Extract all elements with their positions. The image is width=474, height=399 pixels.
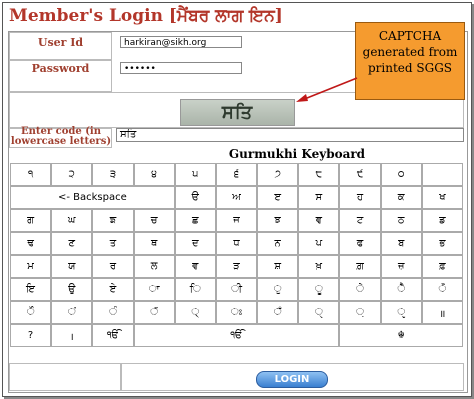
keyboard-key[interactable]: ੰ [92, 301, 134, 324]
keyboard-key[interactable]: ੇ [339, 278, 381, 301]
keyboard-key[interactable]: ੂ [298, 278, 340, 301]
keyboard-key[interactable]: ੳ [174, 186, 216, 209]
keyboard-key[interactable]: ਢ [10, 232, 52, 255]
keyboard-key[interactable]: ਲ [133, 255, 175, 278]
keyboard-key[interactable]: ੈ [380, 278, 422, 301]
keyboard-key[interactable]: ਠ [380, 209, 422, 232]
keyboard-key[interactable]: ਅ [215, 186, 258, 209]
keyboard-key[interactable]: ੨ [51, 163, 93, 186]
keyboard-key[interactable]: ਧ [215, 232, 258, 255]
keyboard-key[interactable]: ਖ਼ [298, 255, 340, 278]
keyboard-key[interactable]: ੬ [215, 163, 258, 186]
keyboard-key[interactable]: ਗ਼ [339, 255, 381, 278]
keyboard-key[interactable]: ੫ [174, 163, 216, 186]
keyboard-key[interactable]: ਿ [174, 278, 216, 301]
keyboard-key[interactable]: ੑ [298, 301, 340, 324]
khanda-key[interactable]: ☬ [339, 324, 463, 347]
keyboard-key[interactable]: ਸ਼ [257, 255, 299, 278]
keyboard-key[interactable]: ਘ [51, 209, 93, 232]
keyboard-key[interactable]: ੦ [380, 163, 422, 186]
password-label: Password [31, 62, 90, 75]
keyboard-key[interactable]: ਭ [421, 232, 463, 255]
keyboard-key[interactable] [421, 163, 463, 186]
keyboard-key[interactable]: ੪ [133, 163, 175, 186]
user-id-label: User Id [37, 36, 84, 49]
keyboard-key[interactable]: ੮ [298, 163, 340, 186]
keyboard-key[interactable]: ॥ [421, 301, 463, 324]
login-button[interactable]: LOGIN [256, 371, 328, 388]
keyboard-key[interactable]: ਮ [10, 255, 52, 278]
keyboard-key[interactable]: ਬ [380, 232, 422, 255]
keyboard-key[interactable]: ਏ [92, 278, 134, 301]
bottom-left-cell [9, 363, 121, 391]
keyboard-key[interactable]: ਂ [51, 301, 93, 324]
keyboard-key[interactable]: ੴ [133, 324, 340, 347]
keyboard-key[interactable]: ੩ [92, 163, 134, 186]
keyboard-key[interactable]: ਕ [380, 186, 422, 209]
keyboard-title: Gurmukhi Keyboard [228, 147, 366, 161]
keyboard-key[interactable]: ਜ [215, 209, 258, 232]
keyboard-key[interactable]: ਯ [51, 255, 93, 278]
keyboard-key[interactable]: ੯ [339, 163, 381, 186]
captcha-text: ਸਤਿ [221, 102, 254, 123]
keyboard-key[interactable]: । [51, 324, 93, 347]
captcha-callout: CAPTCHA generated from printed SGGS [355, 22, 465, 100]
keyboard-key[interactable]: ਞ [298, 209, 340, 232]
keyboard-key[interactable]: ਃ [215, 301, 258, 324]
keyboard-key[interactable]: ਹ [339, 186, 381, 209]
enter-code-label: Enter code (in lowercase letters) [10, 126, 112, 147]
keyboard-key[interactable]: ਨ [257, 232, 299, 255]
keyboard-key[interactable]: ਥ [133, 232, 175, 255]
captcha-image: ਸਤਿ [180, 99, 295, 126]
keyboard-key[interactable]: ਵ [174, 255, 216, 278]
keyboard-key[interactable]: ੵ [380, 301, 422, 324]
callout-arrow-icon [296, 77, 358, 102]
page-title: Member's Login [ਮੈਂਬਰ ਲਾਗ ਇਨ] [9, 6, 283, 26]
keyboard-key[interactable]: ੱ [133, 301, 175, 324]
backspace-key[interactable]: <- Backspace [10, 186, 175, 209]
keyboard-key[interactable]: ਼ [339, 301, 381, 324]
keyboard-key[interactable]: ਸ [298, 186, 340, 209]
keyboard-key[interactable]: ਛ [174, 209, 216, 232]
keyboard-key[interactable]: ਰ [92, 255, 134, 278]
password-input[interactable]: •••••• [120, 62, 242, 74]
keyboard-key[interactable]: ਣ [51, 232, 93, 255]
keyboard-key[interactable]: ਜ਼ [380, 255, 422, 278]
keyboard-key[interactable]: ਦ [174, 232, 216, 255]
keyboard-key[interactable]: ਟ [339, 209, 381, 232]
keyboard-key[interactable]: ਪ [298, 232, 340, 255]
keyboard-key[interactable]: ਤ [92, 232, 134, 255]
enter-code-input[interactable]: ਸਤਿ [116, 128, 464, 142]
keyboard-key[interactable]: ਖ [421, 186, 463, 209]
keyboard-key[interactable]: ? [10, 324, 52, 347]
keyboard-key[interactable]: ਝ [257, 209, 299, 232]
keyboard-key[interactable]: ੁ [257, 278, 299, 301]
keyboard-key[interactable]: ੋ [421, 278, 463, 301]
keyboard-key[interactable]: ੲ [257, 186, 299, 209]
keyboard-key[interactable]: ੌ [10, 301, 52, 324]
keyboard-key[interactable]: ਇ [10, 278, 52, 301]
keyboard-key[interactable]: ੍ [174, 301, 216, 324]
user-id-input[interactable]: harkiran@sikh.org [120, 36, 242, 48]
keyboard-key[interactable]: ਫ਼ [421, 255, 463, 278]
keyboard-key[interactable]: ੜ [215, 255, 258, 278]
keyboard-key[interactable]: ਾ [133, 278, 175, 301]
keyboard-key[interactable]: ਙ [92, 209, 134, 232]
keyboard-key[interactable]: ਗ [10, 209, 52, 232]
keyboard-key[interactable]: ਡ [421, 209, 463, 232]
keyboard-key[interactable]: ਫ [339, 232, 381, 255]
keyboard-key[interactable]: ੧ [10, 163, 52, 186]
keyboard-key[interactable]: ੴ [92, 324, 134, 347]
keyboard-key[interactable]: ੀ [215, 278, 258, 301]
keyboard-key[interactable]: ਉ [51, 278, 93, 301]
keyboard-key[interactable]: ਚ [133, 209, 175, 232]
keyboard-key[interactable]: ੭ [257, 163, 299, 186]
keyboard-key[interactable]: ਁ [257, 301, 299, 324]
